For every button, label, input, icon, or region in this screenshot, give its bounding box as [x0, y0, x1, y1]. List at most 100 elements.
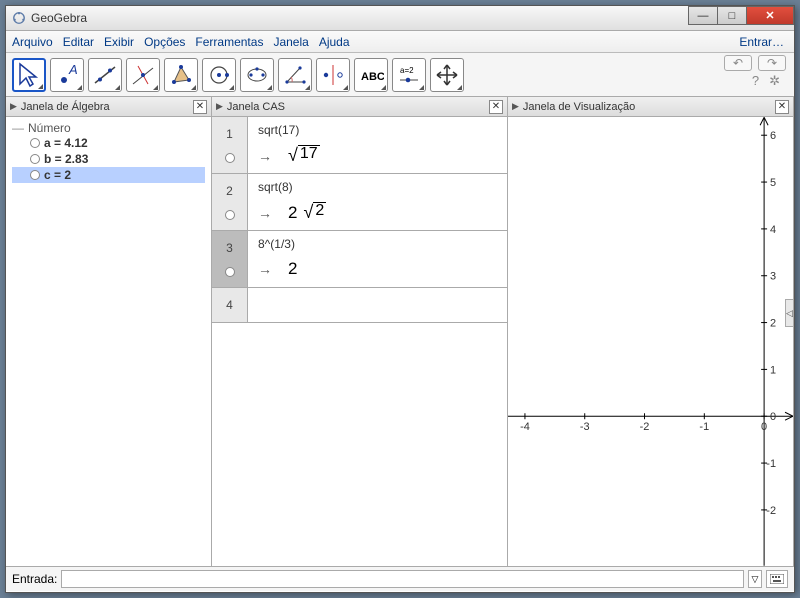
input-field[interactable] [61, 570, 744, 588]
tool-line[interactable] [88, 58, 122, 92]
svg-text:A: A [68, 62, 78, 77]
algebra-close-button[interactable]: ✕ [193, 100, 207, 114]
visibility-toggle[interactable] [30, 154, 40, 164]
window-title: GeoGebra [31, 11, 87, 25]
cas-cell[interactable]: 8^(1/3) → 2 [248, 231, 507, 287]
visibility-toggle[interactable] [225, 267, 235, 277]
visibility-toggle[interactable] [30, 170, 40, 180]
cas-header: ▶ Janela CAS ✕ [212, 97, 507, 117]
virtual-keyboard-button[interactable] [766, 570, 788, 588]
cas-row[interactable]: 1sqrt(17)→ √17 [212, 117, 507, 174]
tool-move-view[interactable] [430, 58, 464, 92]
chevron-down-icon [381, 85, 386, 90]
panels: ▶ Janela de Álgebra ✕ — Número a = 4.12b… [6, 97, 794, 567]
minimize-icon: — [698, 10, 709, 22]
input-history-button[interactable]: ▽ [748, 570, 762, 588]
cas-input: 8^(1/3) [258, 237, 497, 251]
tool-text[interactable]: ABC [354, 58, 388, 92]
window-buttons: — □ ✕ [689, 6, 794, 25]
visibility-toggle[interactable] [30, 138, 40, 148]
tool-circle[interactable] [202, 58, 236, 92]
algebra-item[interactable]: a = 4.12 [12, 135, 205, 151]
close-icon: ✕ [778, 101, 786, 112]
cas-row-number[interactable]: 4 [212, 288, 248, 322]
cas-input: sqrt(8) [258, 180, 497, 194]
menubar: Arquivo Editar Exibir Opções Ferramentas… [6, 31, 794, 53]
cas-row-number[interactable]: 1 [212, 117, 248, 173]
redo-button[interactable]: ↷ [758, 55, 786, 71]
vis-close-button[interactable]: ✕ [775, 100, 789, 114]
svg-text:-2: -2 [640, 421, 650, 433]
cas-output: → √17 [258, 145, 497, 166]
cas-cell[interactable] [248, 288, 507, 322]
cas-output: → 2 [258, 259, 497, 279]
algebra-item[interactable]: b = 2.83 [12, 151, 205, 167]
algebra-item[interactable]: c = 2 [12, 167, 205, 183]
redo-icon: ↷ [767, 56, 777, 70]
svg-text:-3: -3 [580, 421, 590, 433]
visibility-toggle[interactable] [225, 153, 235, 163]
menu-editar[interactable]: Editar [63, 35, 94, 49]
algebra-group: — Número a = 4.12b = 2.83c = 2 [12, 121, 205, 183]
svg-text:0: 0 [770, 411, 776, 423]
tool-move[interactable] [12, 58, 46, 92]
algebra-header: ▶ Janela de Álgebra ✕ [6, 97, 211, 117]
cas-row-number[interactable]: 2 [212, 174, 248, 230]
tool-slider[interactable]: a=2 [392, 58, 426, 92]
cas-row[interactable]: 2sqrt(8)→ 2√2 [212, 174, 507, 231]
menu-ajuda[interactable]: Ajuda [319, 35, 350, 49]
cas-row[interactable]: 3 8^(1/3) → 2 [212, 231, 507, 288]
algebra-title: Janela de Álgebra [21, 101, 110, 113]
help-button[interactable]: ? [752, 73, 759, 89]
cas-cell[interactable]: sqrt(17)→ √17 [248, 117, 507, 173]
svg-text:2: 2 [770, 318, 776, 330]
chevron-down-icon [457, 85, 462, 90]
cas-panel: ▶ Janela CAS ✕ 1sqrt(17)→ √172sqrt(8)→ 2… [212, 97, 508, 566]
minimize-button[interactable]: — [688, 6, 718, 25]
tool-angle[interactable] [278, 58, 312, 92]
algebra-group-label[interactable]: — Número [12, 121, 205, 135]
menu-ferramentas[interactable]: Ferramentas [195, 35, 263, 49]
triangle-right-icon[interactable]: ▶ [216, 101, 223, 112]
svg-text:a=2: a=2 [400, 66, 414, 75]
close-button[interactable]: ✕ [746, 6, 794, 25]
vis-header: ▶ Janela de Visualização ✕ [508, 97, 793, 117]
cas-close-button[interactable]: ✕ [489, 100, 503, 114]
algebra-panel: ▶ Janela de Álgebra ✕ — Número a = 4.12b… [6, 97, 212, 566]
tool-ellipse[interactable] [240, 58, 274, 92]
collapse-handle[interactable]: ◁ [785, 299, 794, 327]
undo-button[interactable]: ↶ [724, 55, 752, 71]
cas-row[interactable]: 4 [212, 288, 507, 323]
triangle-right-icon[interactable]: ▶ [10, 101, 17, 112]
undo-icon: ↶ [733, 56, 743, 70]
cas-title: Janela CAS [227, 101, 285, 113]
cas-cell[interactable]: sqrt(8)→ 2√2 [248, 174, 507, 230]
chevron-down-icon [267, 85, 272, 90]
menu-exibir[interactable]: Exibir [104, 35, 134, 49]
maximize-button[interactable]: □ [717, 6, 747, 25]
menu-opcoes[interactable]: Opções [144, 35, 185, 49]
axes-svg: -4-3-2-10-2-10123456 [508, 117, 793, 566]
collapse-icon: ◁ [786, 308, 793, 319]
svg-text:-2: -2 [766, 505, 776, 517]
visibility-toggle[interactable] [225, 210, 235, 220]
svg-text:0: 0 [761, 421, 767, 433]
signin-link[interactable]: Entrar… [739, 35, 784, 49]
menu-janela[interactable]: Janela [273, 35, 308, 49]
triangle-right-icon[interactable]: ▶ [512, 101, 519, 112]
tool-reflect[interactable] [316, 58, 350, 92]
svg-text:4: 4 [770, 224, 776, 236]
chevron-down-icon [419, 85, 424, 90]
tool-polygon[interactable] [164, 58, 198, 92]
keyboard-icon [770, 574, 784, 584]
menu-arquivo[interactable]: Arquivo [12, 35, 53, 49]
algebra-body: — Número a = 4.12b = 2.83c = 2 [6, 117, 211, 187]
svg-text:-1: -1 [766, 458, 776, 470]
chevron-down-icon [115, 85, 120, 90]
settings-button[interactable]: ✲ [769, 73, 780, 89]
visualization-panel: ▶ Janela de Visualização ✕ -4-3-2-10-2-1… [508, 97, 794, 566]
graphics-canvas[interactable]: -4-3-2-10-2-10123456 [508, 117, 793, 566]
cas-row-number[interactable]: 3 [212, 231, 248, 287]
tool-perpendicular[interactable] [126, 58, 160, 92]
tool-point[interactable]: A [50, 58, 84, 92]
